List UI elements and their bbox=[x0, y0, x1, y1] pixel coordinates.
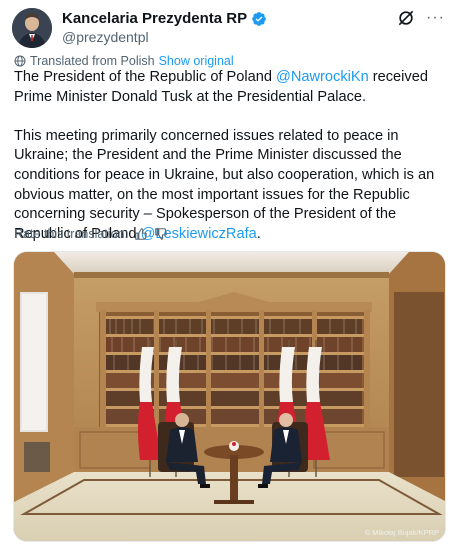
mention-link-nawrocki[interactable]: @NawrockiKn bbox=[276, 69, 369, 85]
tweet-text-segment: The President of the Republic of Poland bbox=[14, 69, 277, 85]
account-names: Kancelaria Prezydenta RP @prezydentpl bbox=[62, 10, 267, 46]
thumbs-down-icon[interactable] bbox=[154, 227, 168, 241]
photo-credit: © Mikołaj Bujak/KPRP bbox=[365, 528, 439, 537]
verified-badge-icon bbox=[252, 12, 266, 26]
globe-icon bbox=[14, 55, 26, 67]
meeting-photo: © Mikołaj Bujak/KPRP bbox=[14, 252, 445, 541]
tweet-photo[interactable]: © Mikołaj Bujak/KPRP bbox=[13, 251, 446, 542]
display-name[interactable]: Kancelaria Prezydenta RP bbox=[62, 10, 247, 28]
header-actions: ··· bbox=[396, 8, 445, 28]
thumbs-up-icon[interactable] bbox=[134, 227, 148, 241]
more-icon[interactable]: ··· bbox=[426, 8, 445, 28]
tweet-text: The President of the Republic of Poland … bbox=[14, 68, 444, 244]
avatar[interactable] bbox=[12, 8, 52, 48]
tweet-text-segment: . bbox=[256, 225, 261, 242]
translated-from-label: Translated from Polish bbox=[30, 54, 155, 68]
account-handle[interactable]: @prezydentpl bbox=[62, 28, 267, 46]
tweet-header: Kancelaria Prezydenta RP @prezydentpl ··… bbox=[12, 8, 445, 48]
grok-icon[interactable] bbox=[396, 8, 416, 28]
tweet-text-segment: This meeting primarily concerned issues … bbox=[14, 127, 435, 242]
display-name-row[interactable]: Kancelaria Prezydenta RP bbox=[62, 10, 267, 28]
rate-translation-label: Rate this translation: bbox=[14, 227, 128, 241]
show-original-link[interactable]: Show original bbox=[159, 54, 234, 68]
translation-notice: Translated from Polish Show original bbox=[14, 54, 234, 68]
tweet-paragraph-1: The President of the Republic of Poland … bbox=[14, 68, 444, 107]
rate-translation: Rate this translation: bbox=[14, 227, 168, 241]
